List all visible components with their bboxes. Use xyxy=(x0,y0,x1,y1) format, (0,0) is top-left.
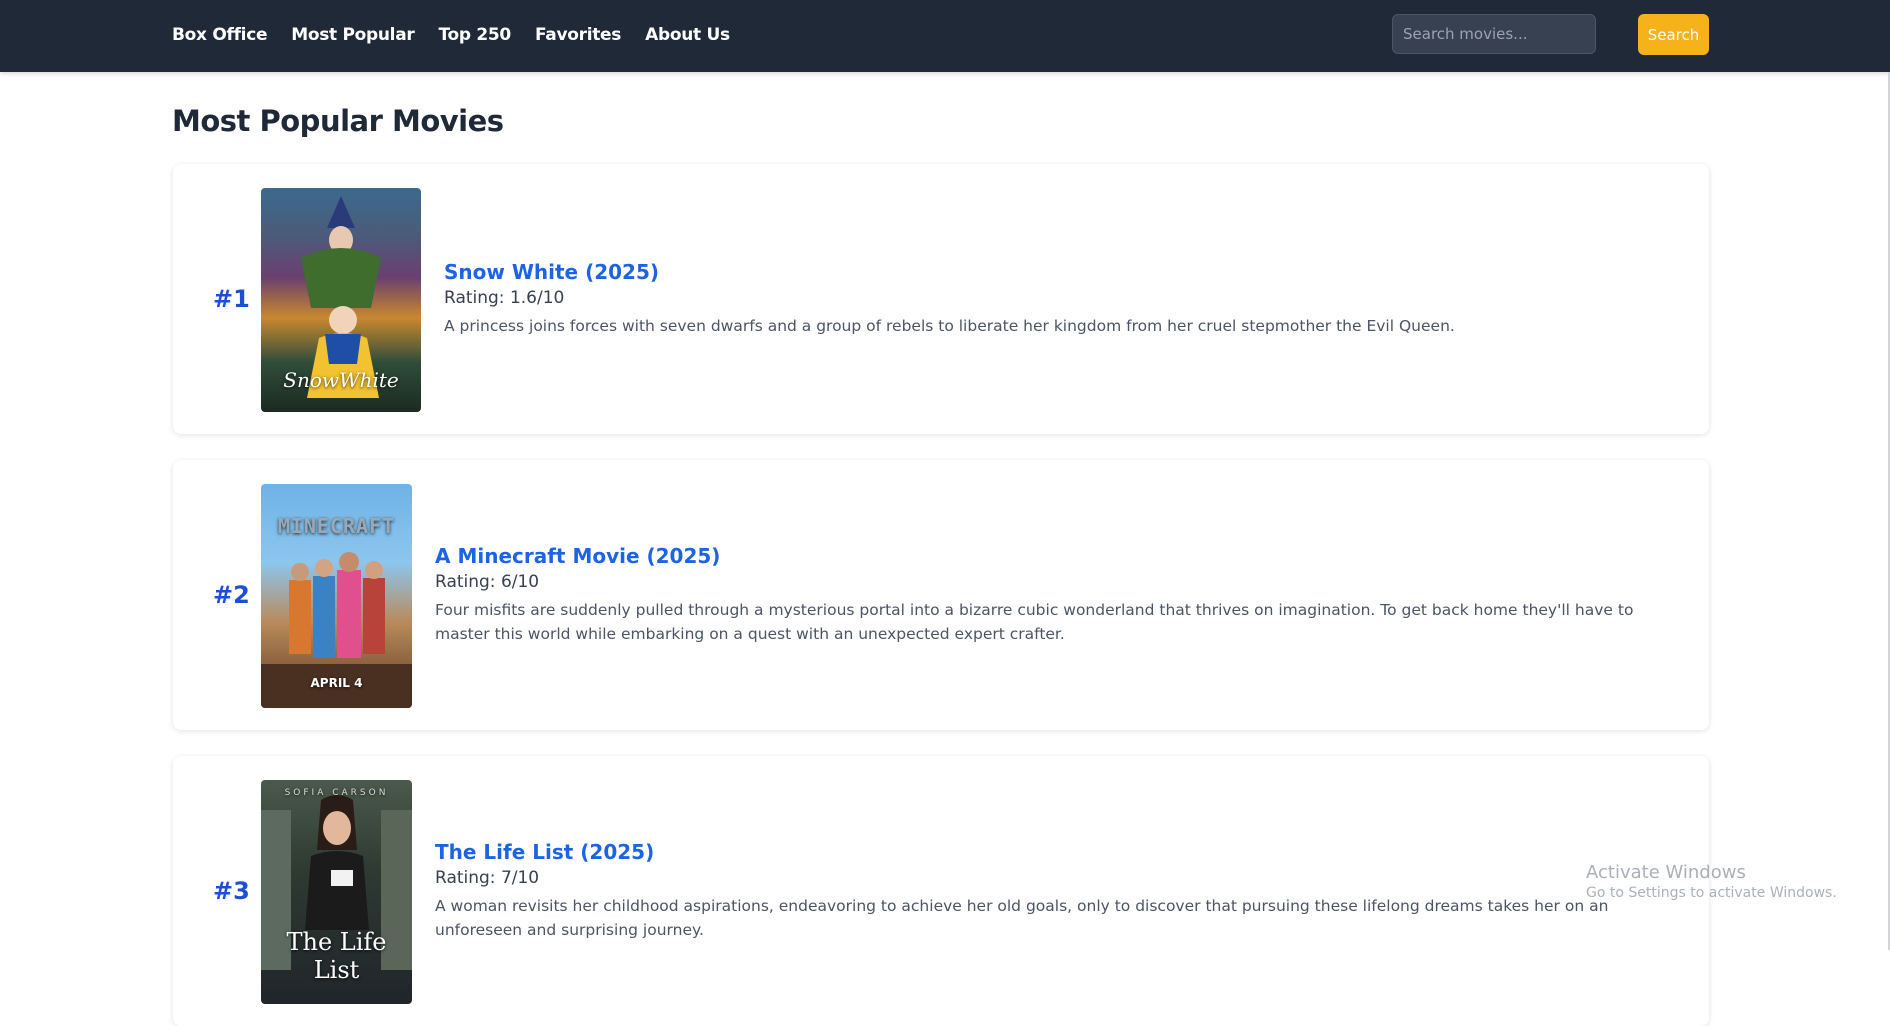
nav-link-box-office[interactable]: Box Office xyxy=(172,25,268,45)
movie-info: The Life List (2025) Rating: 7/10 A woma… xyxy=(435,756,1675,1026)
poster-title-text: The Life List xyxy=(286,928,387,984)
movie-rank: #3 xyxy=(213,877,250,905)
movie-rating: Rating: 6/10 xyxy=(435,572,540,592)
nav-link-top-250[interactable]: Top 250 xyxy=(438,25,511,45)
movie-rank: #1 xyxy=(213,285,250,313)
top-navbar: Box Office Most Popular Top 250 Favorite… xyxy=(0,0,1890,72)
movie-rating: Rating: 1.6/10 xyxy=(444,288,565,308)
movie-card: #3 SOFIA CARSON The Life List The Life L… xyxy=(173,756,1709,1026)
movie-description: Four misfits are suddenly pulled through… xyxy=(435,601,1634,643)
movie-poster[interactable]: MINECRAFT APRIL 4 xyxy=(261,484,412,708)
poster-date-text: APRIL 4 xyxy=(310,676,363,690)
movie-description: A princess joins forces with seven dwarf… xyxy=(444,317,1455,335)
movie-card: #1 SnowWhite Snow White (2025) Rating: 1… xyxy=(173,164,1709,434)
poster-title-text: SnowWhite xyxy=(283,368,399,392)
poster-actor-text: SOFIA CARSON xyxy=(284,788,389,798)
search-button[interactable]: Search xyxy=(1638,14,1709,55)
search-input[interactable] xyxy=(1392,14,1596,54)
movie-rating: Rating: 7/10 xyxy=(435,868,540,888)
movie-info: A Minecraft Movie (2025) Rating: 6/10 Fo… xyxy=(435,460,1675,730)
nav-links: Box Office Most Popular Top 250 Favorite… xyxy=(172,0,730,70)
nav-link-about-us[interactable]: About Us xyxy=(645,25,730,45)
movie-poster[interactable]: SnowWhite xyxy=(261,188,421,412)
nav-link-favorites[interactable]: Favorites xyxy=(535,25,621,45)
page-title: Most Popular Movies xyxy=(172,104,504,138)
movie-title-link[interactable]: A Minecraft Movie (2025) xyxy=(435,544,1675,568)
poster-title-text: MINECRAFT xyxy=(277,514,396,538)
movie-description: A woman revisits her childhood aspiratio… xyxy=(435,897,1609,939)
movie-rank: #2 xyxy=(213,581,250,609)
movie-info: Snow White (2025) Rating: 1.6/10 A princ… xyxy=(444,164,1674,434)
nav-link-most-popular[interactable]: Most Popular xyxy=(291,25,415,45)
movie-title-link[interactable]: Snow White (2025) xyxy=(444,260,1674,284)
movie-card: #2 MINECRAFT APRIL 4 A Minecraft Movie (… xyxy=(173,460,1709,730)
movie-title-link[interactable]: The Life List (2025) xyxy=(435,840,1675,864)
movie-poster[interactable]: SOFIA CARSON The Life List xyxy=(261,780,412,1004)
